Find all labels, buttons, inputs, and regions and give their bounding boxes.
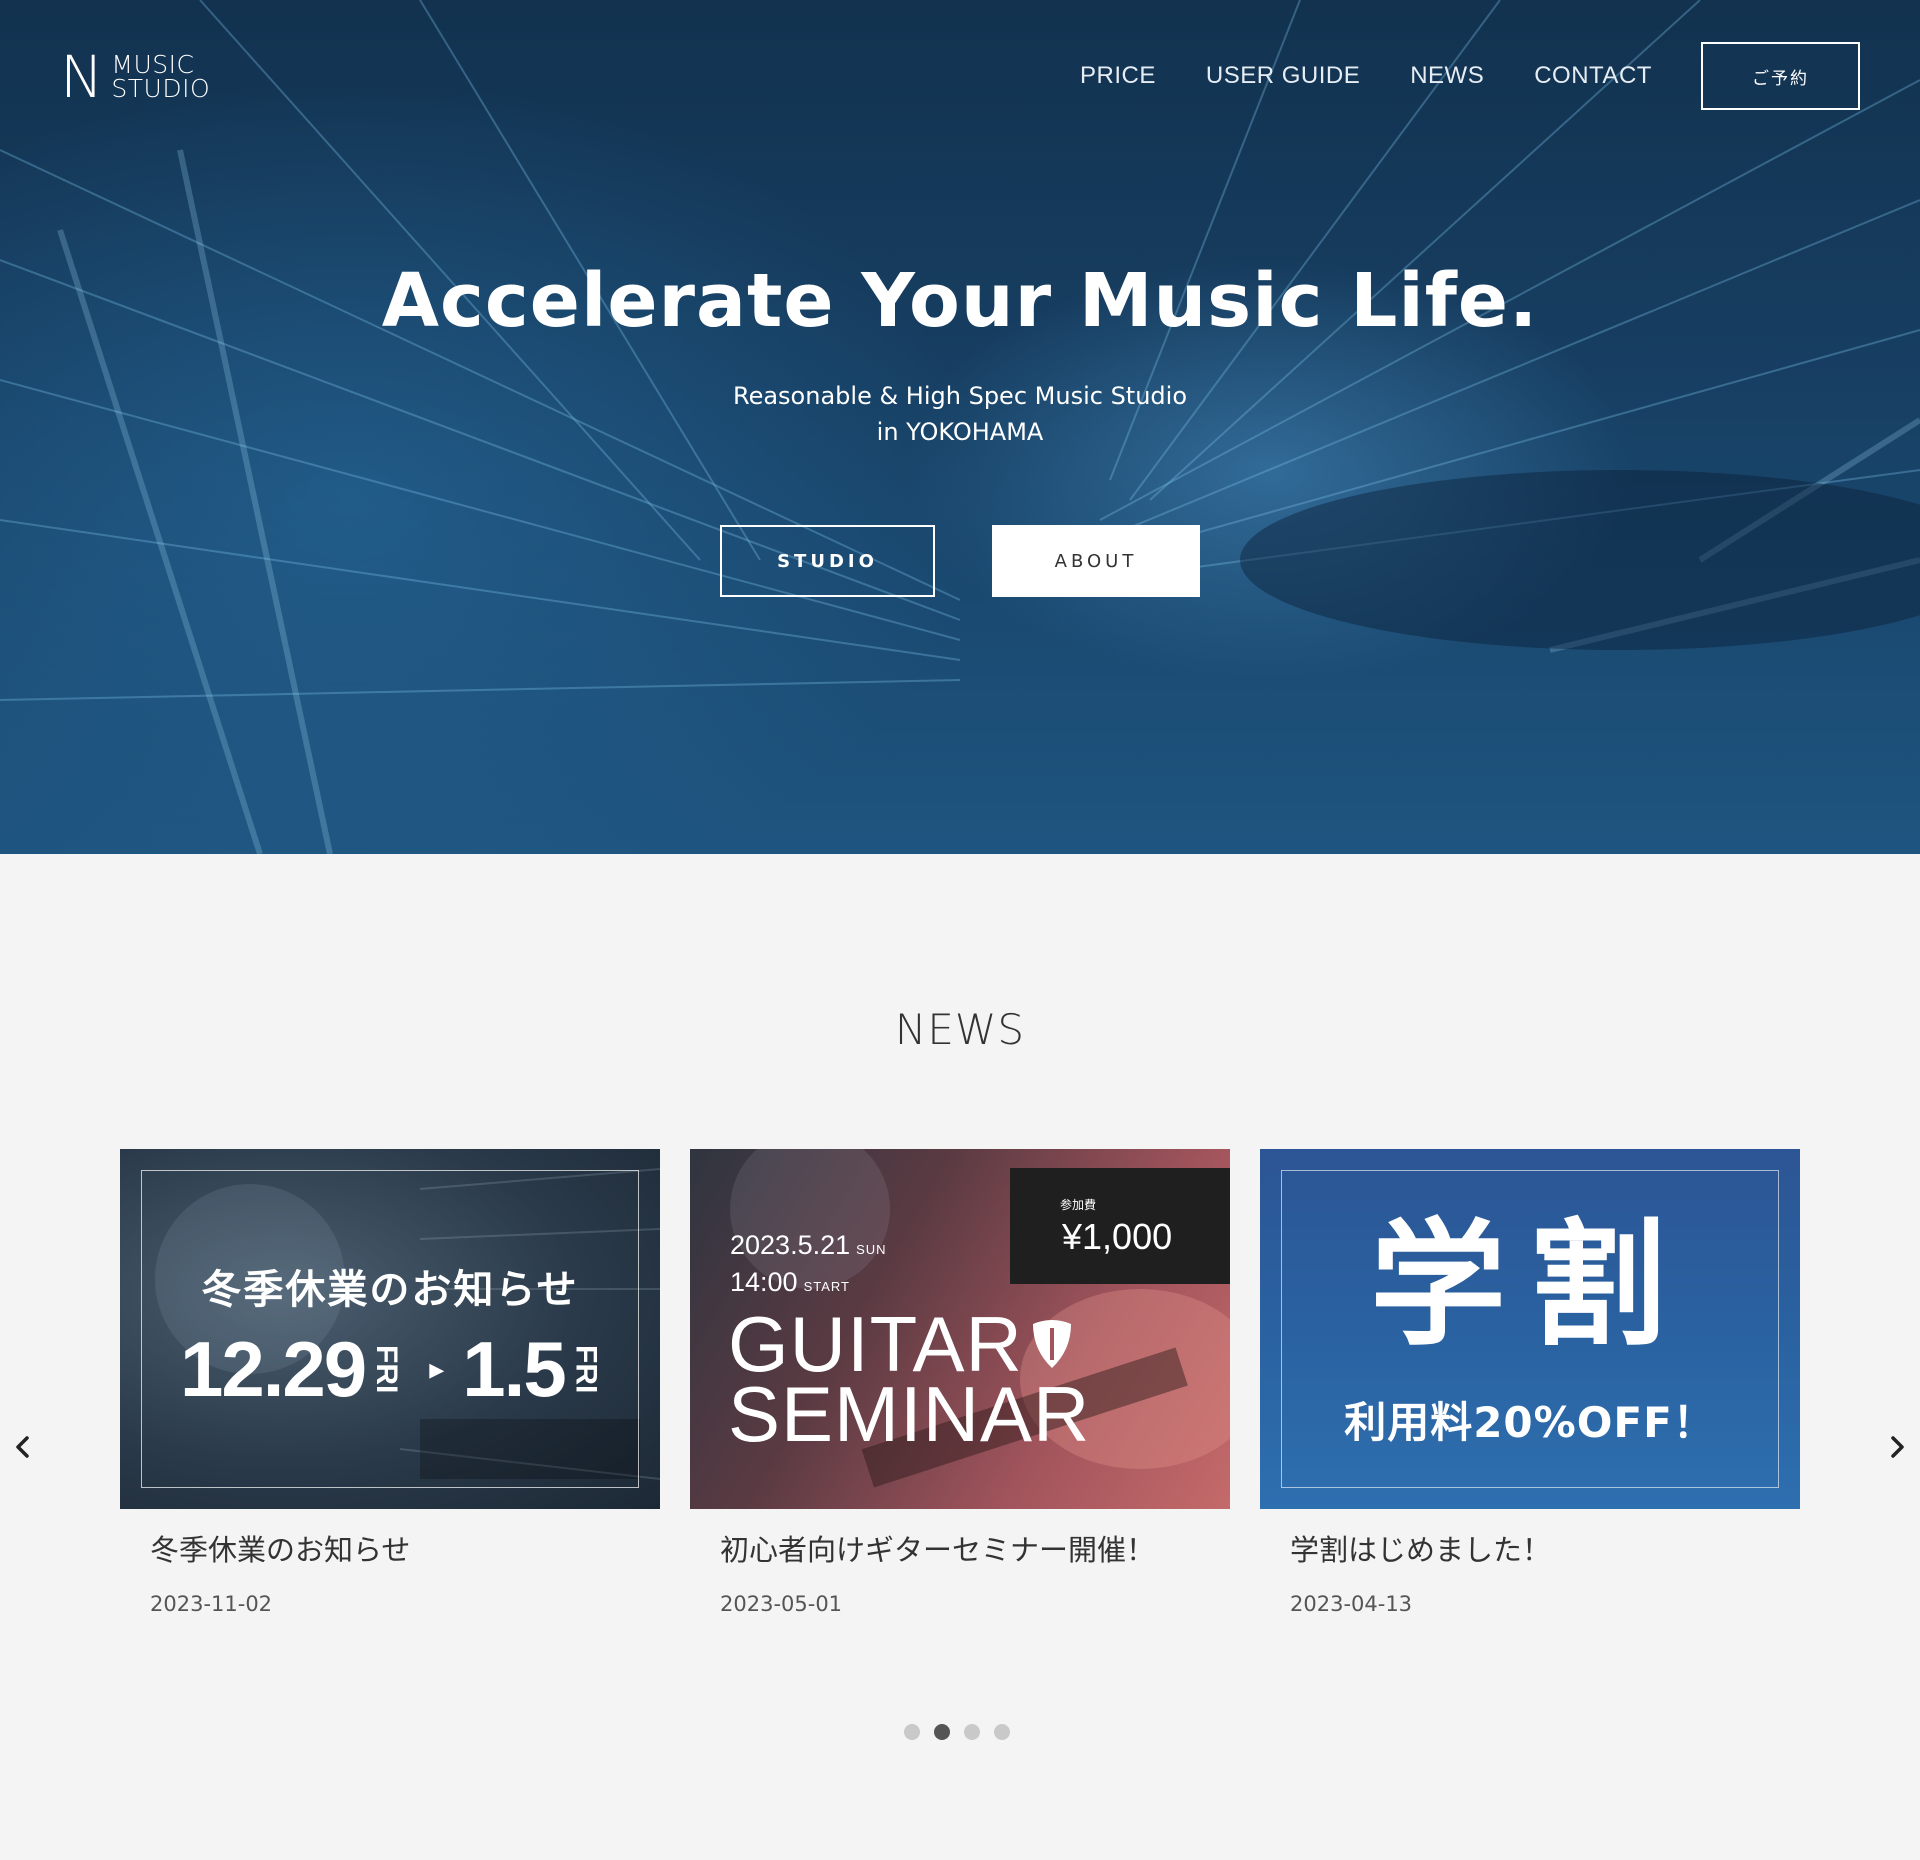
fee-amount: ¥1,000 [1062,1216,1173,1257]
news-card[interactable]: 参加費 ¥1,000 2023.5.21 SUN 14:00 START GUITA… [690,1149,1230,1674]
pagination-dot[interactable] [934,1724,950,1740]
closure-end-dow: FRI [569,1345,603,1394]
reserve-button[interactable]: ご予約 [1701,42,1860,110]
event-dow: SUN [856,1242,887,1257]
discount-text: 利用料20%OFF！ [1344,1398,1716,1447]
main-nav: PRICE USER GUIDE NEWS CONTACT [1080,62,1702,90]
event-title-line-1: GUITAR [728,1300,1023,1388]
news-heading: NEWS [894,1005,1026,1054]
logo-letter: N [60,43,104,111]
guitar-pick-icon [1032,1320,1071,1368]
pagination-dot[interactable] [994,1724,1010,1740]
fee-badge: 参加費 ¥1,000 [1010,1168,1230,1284]
news-card-image: 冬季休業のお知らせ 12.29 FRI ▸ 1.5 FRI [120,1149,660,1509]
studio-button[interactable]: STUDIO [720,525,935,597]
event-time: 14:00 [730,1267,798,1297]
logo-line-2: STUDIO [111,74,211,103]
pagination-dot[interactable] [904,1724,920,1740]
news-card-date: 2023-11-02 [150,1592,273,1616]
hero-subtitle: Reasonable & High Spec Music Studio in Y… [0,378,1920,450]
closure-start: 12.29 [180,1325,367,1413]
pagination-dot[interactable] [964,1724,980,1740]
site-logo[interactable]: N MUSIC STUDIO [60,43,211,111]
event-time-label: START [803,1279,850,1294]
about-button[interactable]: ABOUT [992,525,1200,597]
chevron-left-icon[interactable] [8,1432,38,1462]
chevron-right-icon[interactable] [1882,1432,1912,1462]
news-card[interactable]: 学割 利用料20%OFF！ 学割はじめました！ 2023-04-13 [1260,1149,1800,1674]
event-date-time: 2023.5.21 SUN 14:00 START [730,1229,887,1303]
closure-end: 1.5 [462,1325,566,1413]
hero-subtitle-line-1: Reasonable & High Spec Music Studio [732,382,1188,410]
nav-price[interactable]: PRICE [1080,62,1156,90]
closure-dates: 12.29 FRI ▸ 1.5 FRI [180,1324,613,1415]
nav-contact[interactable]: CONTACT [1534,62,1652,90]
news-card-title[interactable]: 冬季休業のお知らせ [150,1527,410,1569]
event-title: GUITAR SEMINAR [728,1300,1091,1458]
image-headline: 冬季休業のお知らせ [201,1267,579,1313]
event-date: 2023.5.21 [730,1230,851,1260]
student-discount-kanji: 学割 [1370,1207,1690,1365]
news-card-date: 2023-05-01 [720,1592,843,1616]
news-card-title[interactable]: 学割はじめました！ [1290,1527,1551,1569]
logo-words: MUSIC STUDIO [111,52,211,103]
nav-news[interactable]: NEWS [1410,62,1484,90]
event-title-line-2: SEMINAR [728,1370,1091,1458]
closure-start-dow: FRI [370,1345,404,1394]
news-card-date: 2023-04-13 [1290,1592,1413,1616]
hero-title: Accelerate Your Music Life. [381,258,1539,344]
news-card-title[interactable]: 初心者向けギターセミナー開催！ [720,1527,1155,1569]
nav-user-guide[interactable]: USER GUIDE [1206,62,1360,90]
news-card-image: 学割 利用料20%OFF！ [1260,1149,1800,1509]
news-card-image: 参加費 ¥1,000 2023.5.21 SUN 14:00 START GUITA… [690,1149,1230,1509]
hero-section: N MUSIC STUDIO PRICE USER GUIDE NEWS CON… [0,0,1920,854]
hero-subtitle-line-2: in YOKOHAMA [876,418,1044,446]
carousel-pagination [904,1724,1010,1740]
news-card[interactable]: 冬季休業のお知らせ 12.29 FRI ▸ 1.5 FRI 冬季休業のお知らせ … [120,1149,660,1674]
fee-label: 参加費 [1060,1198,1097,1212]
arrow-right-icon: ▸ [429,1352,445,1387]
